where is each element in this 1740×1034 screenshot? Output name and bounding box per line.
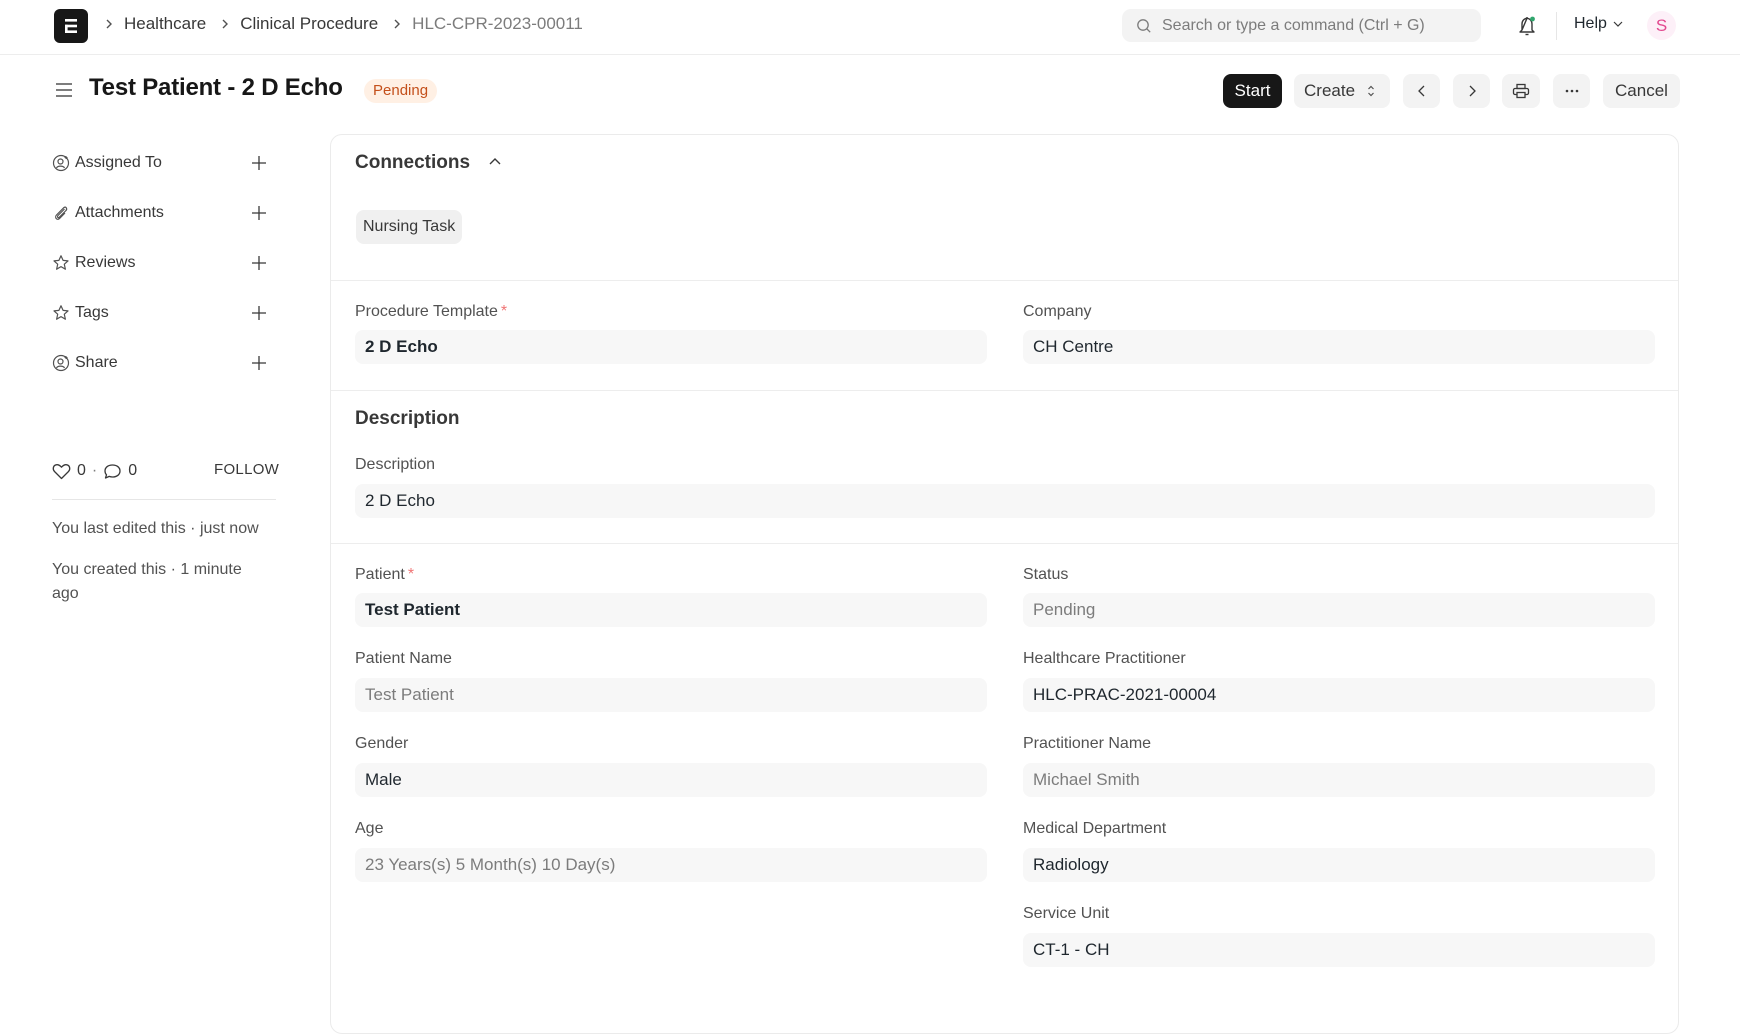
more-horizontal-icon [1564,89,1580,93]
gender-field[interactable]: Male [355,763,987,797]
practitioner-name-label: Practitioner Name [1023,735,1152,752]
procedure-template-label: Procedure Template * [355,303,987,321]
more-actions-button[interactable] [1553,74,1590,108]
company-field[interactable]: CH Centre [1023,330,1655,364]
status-badge: Pending [364,79,438,103]
description-field[interactable]: 2 D Echo [355,484,1655,518]
breadcrumb-separator-icon [220,18,230,30]
separator-dot: · [91,462,98,479]
add-attachment-plus-icon[interactable] [250,204,268,222]
company-label: Company [1023,303,1092,320]
sidebar-item-tags[interactable]: Tags [52,300,277,326]
heart-icon[interactable] [52,463,71,480]
bell-icon[interactable] [1517,14,1539,38]
procedure-template-field[interactable]: 2 D Echo [355,330,987,364]
sidebar-item-label: Share [75,354,118,371]
service-unit-label: Service Unit [1023,905,1110,922]
chevron-updown-icon [1367,84,1375,98]
star-icon [52,304,70,322]
create-dropdown-button[interactable]: Create [1294,74,1390,108]
status-label: Status [1023,566,1069,583]
page-title: Test Patient - 2 D Echo [89,74,343,101]
breadcrumb-clinical-procedure[interactable]: Clinical Procedure [240,14,378,34]
add-tag-plus-icon[interactable] [250,304,268,322]
search-input[interactable] [1162,16,1462,35]
patient-field[interactable]: Test Patient [355,593,987,627]
sidebar-item-attachments[interactable]: Attachments [52,200,277,226]
next-doc-button[interactable] [1453,74,1490,108]
star-icon [52,254,70,272]
patient-name-label: Patient Name [355,650,452,667]
required-asterisk: * [407,566,415,583]
chevron-left-icon [1415,84,1429,98]
medical-department-field[interactable]: Radiology [1023,848,1655,882]
user-plus-icon [52,154,70,172]
age-field[interactable]: 23 Years(s) 5 Month(s) 10 Day(s) [355,848,987,882]
printer-icon [1512,83,1530,99]
chevron-up-icon[interactable] [487,153,503,169]
age-label: Age [355,820,384,837]
connection-chip-nursing-task[interactable]: Nursing Task [356,210,463,244]
breadcrumb: Healthcare Clinical Procedure HLC-CPR-20… [102,14,595,34]
breadcrumb-healthcare[interactable]: Healthcare [124,14,206,34]
connections-heading[interactable]: Connections [355,152,470,174]
description-section-heading[interactable]: Description [355,408,460,430]
follow-button[interactable]: FOLLOW [214,461,279,478]
status-field[interactable]: Pending [1023,593,1655,627]
comment-icon[interactable] [103,463,122,480]
medical-department-label: Medical Department [1023,820,1167,837]
sidebar-item-reviews[interactable]: Reviews [52,250,277,276]
breadcrumb-current-doc[interactable]: HLC-CPR-2023-00011 [412,14,583,34]
help-label: Help [1574,15,1607,32]
user-plus-icon [52,354,70,372]
like-count: 0 [77,462,86,479]
sidebar-item-label: Attachments [75,204,164,221]
navbar-divider [1556,12,1557,40]
add-assignee-plus-icon[interactable] [250,154,268,172]
procedure-template-label-text: Procedure Template [355,303,498,320]
comment-count: 0 [128,462,138,479]
previous-doc-button[interactable] [1403,74,1440,108]
healthcare-practitioner-field[interactable]: HLC-PRAC-2021-00004 [1023,678,1655,712]
breadcrumb-separator-icon [392,18,402,30]
created-text: You created this · 1 minute ago [52,561,242,602]
section-divider [331,390,1678,391]
required-asterisk: * [500,303,508,320]
start-button[interactable]: Start [1223,74,1282,108]
sidebar-item-assigned-to[interactable]: Assigned To [52,150,277,176]
chevron-down-icon [1612,19,1624,29]
breadcrumb-separator-icon [104,18,114,30]
sidebar-toggle-icon[interactable] [54,80,74,100]
cancel-button[interactable]: Cancel [1603,74,1680,108]
patient-name-field[interactable]: Test Patient [355,678,987,712]
search-bar[interactable] [1122,9,1481,42]
form-card: Connections Nursing Task Procedure Templ… [330,134,1679,1034]
healthcare-practitioner-label: Healthcare Practitioner [1023,650,1186,667]
patient-label-text: Patient [355,566,405,583]
last-edited-text: You last edited this · just now [52,520,259,537]
print-button[interactable] [1502,74,1540,108]
chevron-right-icon [1465,84,1479,98]
section-divider [331,543,1678,544]
create-label: Create [1304,81,1356,100]
add-review-plus-icon[interactable] [250,254,268,272]
description-label: Description [355,456,436,473]
sidebar-item-share[interactable]: Share [52,350,277,376]
patient-label: Patient * [355,566,987,584]
add-share-plus-icon[interactable] [250,354,268,372]
gender-label: Gender [355,735,409,752]
top-navbar: Healthcare Clinical Procedure HLC-CPR-20… [0,0,1740,55]
sidebar-divider [52,499,276,500]
sidebar-item-label: Reviews [75,254,136,271]
help-dropdown[interactable]: Help [1574,15,1624,33]
app-logo-icon[interactable] [54,9,88,43]
practitioner-name-field[interactable]: Michael Smith [1023,763,1655,797]
paperclip-icon [52,204,70,222]
section-divider [331,280,1678,281]
search-icon [1136,18,1152,34]
sidebar-item-label: Assigned To [75,154,162,171]
user-avatar[interactable]: S [1647,11,1676,40]
sidebar-item-label: Tags [75,304,109,321]
